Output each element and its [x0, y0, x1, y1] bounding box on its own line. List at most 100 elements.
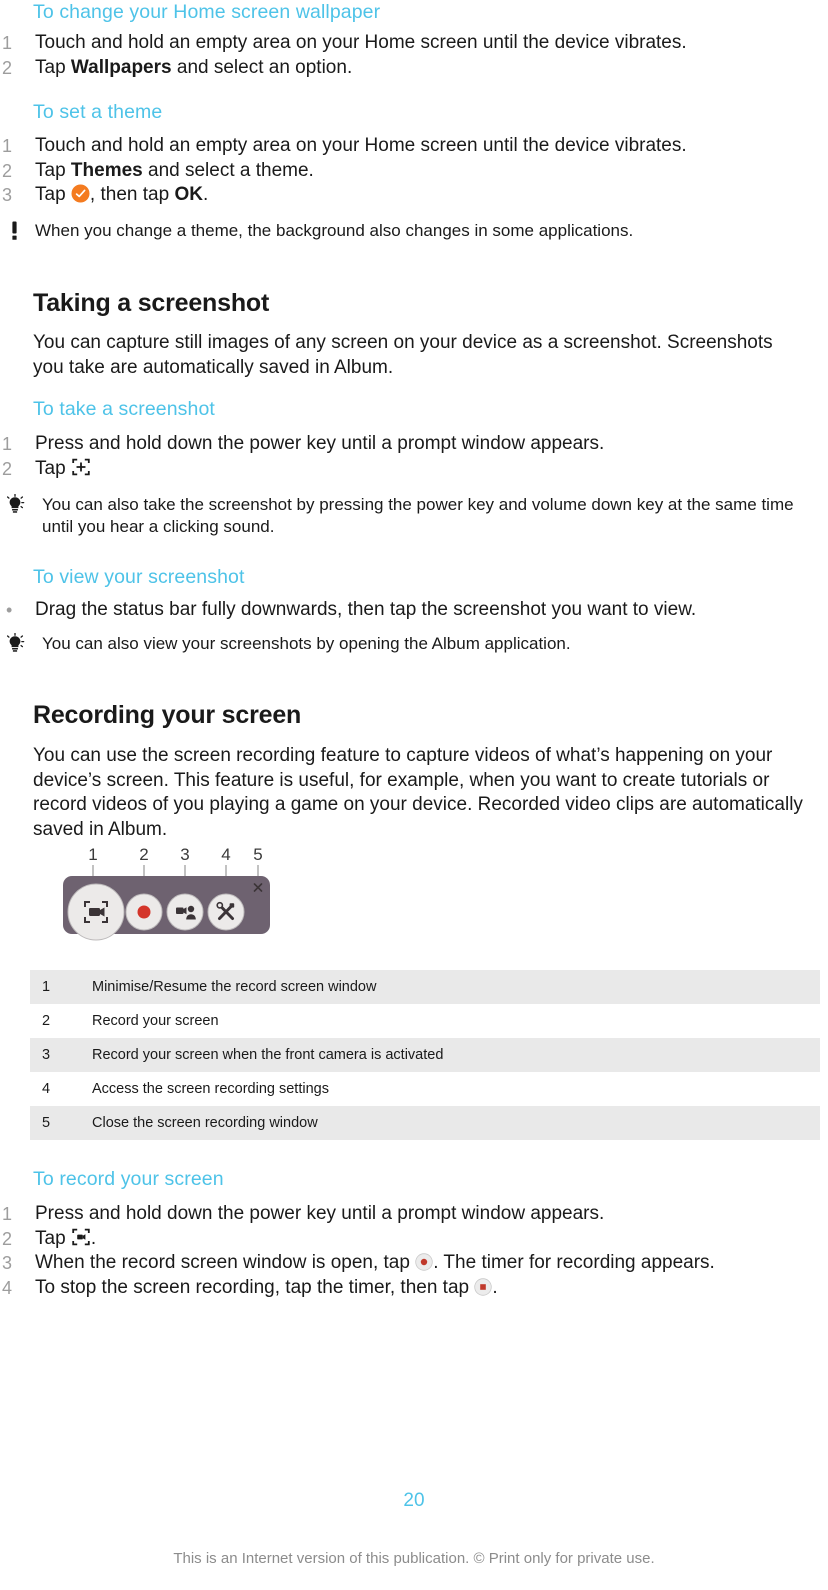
table-row: 3 Record your screen when the front came… — [30, 1038, 820, 1072]
step-item: 1 Press and hold down the power key unti… — [0, 1202, 790, 1227]
legend-number: 2 — [42, 1013, 51, 1029]
callout-label-4: 4 — [221, 845, 230, 864]
tip-text: You can also take the screenshot by pres… — [42, 495, 794, 536]
bullets-view-your-screenshot: • Drag the status bar fully downwards, t… — [0, 598, 790, 623]
step-number: 1 — [2, 136, 13, 156]
step-text-pre: Tap — [35, 184, 71, 205]
legend-number: 1 — [42, 979, 51, 995]
step-number: 2 — [2, 458, 13, 479]
heading-view-your-screenshot: To view your screenshot — [33, 566, 245, 588]
orange-check-icon — [71, 184, 90, 203]
step-text: Touch and hold an empty area on your Hom… — [35, 135, 687, 156]
note-theme-background: When you change a theme, the background … — [0, 220, 815, 242]
step-text-post: . The timer for recording appears. — [433, 1252, 715, 1273]
record-frame-icon — [71, 1227, 91, 1247]
legend-description: Record your screen — [92, 1013, 219, 1029]
steps-set-theme: 1 Touch and hold an empty area on your H… — [0, 134, 790, 208]
step-text-pre: Tap — [35, 159, 71, 181]
step-item: 3 When the record screen window is open, … — [0, 1251, 790, 1276]
step-number: 2 — [2, 57, 13, 78]
table-row: 5 Close the screen recording window — [30, 1106, 820, 1140]
step-item: 2 Tap Themes and select a theme. — [0, 159, 790, 184]
step-number: 2 — [2, 160, 13, 181]
step-item: 1 Touch and hold an empty area on your H… — [0, 31, 790, 56]
step-item: 4 To stop the screen recording, tap the t… — [0, 1276, 790, 1301]
legend-number: 3 — [42, 1047, 51, 1063]
footer-copyright-note: This is an Internet version of this publ… — [173, 1550, 655, 1567]
widget-button-record — [125, 893, 163, 931]
lightbulb-icon — [4, 494, 30, 516]
step-text-post: and select a theme. — [142, 159, 314, 181]
heading-to-record-your-screen: To record your screen — [33, 1168, 224, 1190]
step-item: 2 Tap . — [0, 1227, 790, 1252]
widget-button-minimise-resume — [67, 883, 125, 941]
heading-take-a-screenshot: To take a screenshot — [33, 398, 215, 420]
bullet-text: Drag the status bar fully downwards, the… — [35, 599, 697, 620]
step-text: Press and hold down the power key until … — [35, 433, 605, 454]
list-item: • Drag the status bar fully downwards, t… — [0, 598, 790, 623]
tip-take-screenshot-hardware-keys: You can also take the screenshot by pres… — [0, 494, 802, 538]
callout-label-5: 5 — [253, 845, 262, 864]
step-text-post: . — [202, 184, 209, 205]
step-item: 1 Press and hold down the power key unti… — [0, 432, 790, 457]
bullet-marker: • — [6, 600, 13, 620]
step-keyword: OK — [174, 184, 203, 205]
step-item: 1 Touch and hold an empty area on your H… — [0, 134, 790, 159]
legend-number: 5 — [42, 1115, 51, 1131]
step-number: 1 — [2, 434, 13, 454]
step-number: 1 — [2, 33, 13, 53]
step-text-post: and select an option. — [171, 56, 353, 78]
lightbulb-icon — [4, 633, 30, 655]
widget-button-settings — [207, 893, 245, 931]
record-dot-button-icon — [415, 1253, 433, 1271]
legend-description: Access the screen recording settings — [92, 1081, 329, 1097]
page-number: 20 — [403, 1490, 425, 1511]
callout-label-3: 3 — [180, 845, 189, 864]
heading-recording-your-screen: Recording your screen — [33, 701, 302, 729]
table-row: 2 Record your screen — [30, 1004, 820, 1038]
step-item: 2 Tap — [0, 457, 790, 482]
tip-view-screenshots-album: You can also view your screenshots by op… — [0, 633, 802, 655]
step-text: Touch and hold an empty area on your Hom… — [35, 32, 687, 53]
capture-frame-icon — [71, 457, 91, 477]
table-row: 4 Access the screen recording settings — [30, 1072, 820, 1106]
step-keyword: Wallpapers — [70, 56, 172, 78]
callout-label-1: 1 — [88, 845, 97, 864]
steps-to-record-your-screen: 1 Press and hold down the power key unti… — [0, 1202, 790, 1300]
step-text-pre: Tap — [35, 56, 71, 78]
step-item: 2 Tap Wallpapers and select an option. — [0, 56, 790, 81]
note-text: When you change a theme, the background … — [35, 221, 634, 240]
step-number: 3 — [2, 185, 13, 205]
legend-description: Minimise/Resume the record screen window — [92, 979, 377, 995]
widget-legend-table: 1 Minimise/Resume the record screen wind… — [30, 970, 820, 1140]
heading-change-wallpaper: To change your Home screen wallpaper — [33, 1, 381, 23]
step-number: 4 — [2, 1277, 13, 1298]
manual-page: To change your Home screen wallpaper 1 T… — [0, 0, 828, 1590]
step-text-pre: Tap — [35, 1227, 71, 1249]
heading-taking-a-screenshot: Taking a screenshot — [33, 289, 270, 317]
heading-set-theme: To set a theme — [33, 101, 163, 123]
step-number: 1 — [2, 1204, 13, 1224]
step-text-pre: When the record screen window is open, t… — [35, 1252, 416, 1273]
widget-button-front-camera — [166, 893, 204, 931]
callout-label-2: 2 — [139, 845, 148, 864]
step-number: 3 — [2, 1253, 13, 1273]
step-text-post: . — [492, 1276, 498, 1298]
legend-number: 4 — [42, 1081, 51, 1097]
step-text-post: . — [90, 1227, 97, 1249]
step-text-pre: To stop the screen recording, tap the ti… — [35, 1276, 475, 1298]
intro-taking-a-screenshot: You can capture still images of any scre… — [33, 332, 773, 378]
step-number: 2 — [2, 1228, 13, 1249]
steps-change-wallpaper: 1 Touch and hold an empty area on your H… — [0, 31, 790, 80]
legend-description: Close the screen recording window — [92, 1115, 318, 1131]
exclamation-icon — [4, 220, 30, 242]
step-item: 3 Tap , then tap OK. — [0, 183, 790, 208]
step-keyword: Themes — [70, 159, 143, 181]
steps-take-a-screenshot: 1 Press and hold down the power key unti… — [0, 432, 790, 481]
tip-text: You can also view your screenshots by op… — [42, 634, 571, 653]
table-row: 1 Minimise/Resume the record screen wind… — [30, 970, 820, 1004]
step-text: Press and hold down the power key until … — [35, 1203, 605, 1224]
legend-description: Record your screen when the front camera… — [92, 1047, 444, 1063]
stop-square-button-icon — [474, 1277, 493, 1296]
intro-recording-your-screen: You can use the screen recording feature… — [33, 745, 803, 840]
